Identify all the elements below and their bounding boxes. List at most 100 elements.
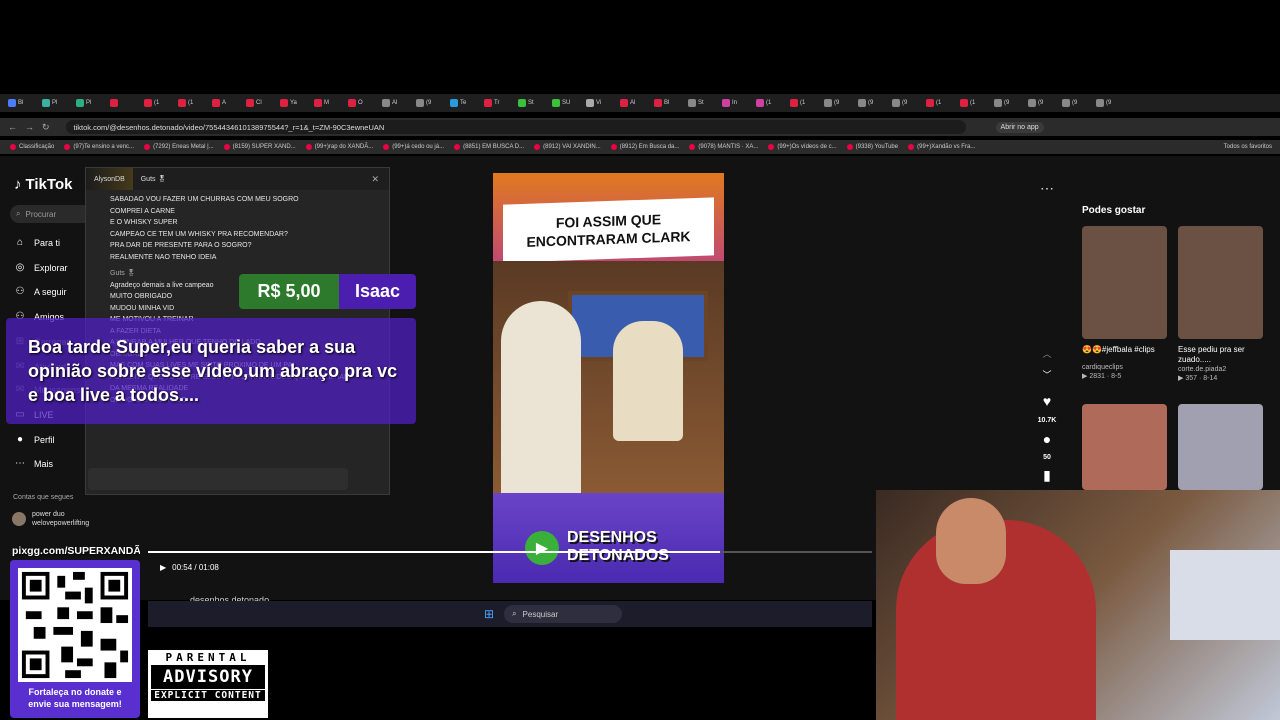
tab-favicon-icon [586,99,594,107]
video-progress-bar[interactable] [148,551,872,553]
more-options-icon[interactable]: ⋯ [1040,180,1054,197]
browser-tab[interactable]: Ya [276,96,310,110]
browser-tab[interactable]: (9 [1058,96,1092,110]
bookmark-favicon-icon [64,144,71,150]
forward-button[interactable]: → [25,122,34,132]
browser-tab[interactable]: (9 [1092,96,1126,110]
browser-tab[interactable]: (9 [412,96,446,110]
bookmark-item[interactable]: (7292) Eneas Metal |... [144,144,214,150]
bookmark-item[interactable]: (99+)rap do XANDÃ... [305,144,373,150]
bookmark-item[interactable]: (99+)Xandão vs Fra... [908,144,975,150]
bookmark-favicon-icon [846,144,853,150]
tab-label: (1 [154,100,160,106]
tab-favicon-icon [654,99,662,107]
browser-tab[interactable]: (1 [174,96,208,110]
open-in-app-button[interactable]: Abrir no app [995,121,1044,133]
nav-icon: ⌂ [16,237,24,248]
tiktok-logo[interactable]: ♪ TikTok [14,176,72,193]
chat-input[interactable] [88,468,348,490]
bookmark-item[interactable]: (99+)Os vídeos de c... [768,144,837,150]
browser-tab[interactable]: O [344,96,378,110]
browser-tab[interactable]: Pl [72,96,106,110]
recommend-thumbnail[interactable] [1178,226,1263,339]
recommend-thumbnail[interactable] [1178,404,1263,490]
bookmark-item[interactable]: (8912) Em Busca da... [610,144,679,150]
chat-tab[interactable]: AlysonDB [86,168,133,190]
bookmark-icon[interactable]: ▮ [1038,467,1056,484]
browser-tab[interactable]: St [514,96,548,110]
browser-tab[interactable]: Al [378,96,412,110]
all-bookmarks-button[interactable]: Todos os favoritos [1224,144,1272,150]
browser-tab[interactable] [106,96,140,110]
browser-tab[interactable]: St [684,96,718,110]
bookmark-item[interactable]: Classificação [10,144,54,150]
browser-tab[interactable]: (1 [956,96,990,110]
chevron-up-icon[interactable]: ︿ [1038,347,1056,360]
close-icon[interactable]: ✕ [371,174,379,185]
browser-tab[interactable]: (9 [888,96,922,110]
play-icon[interactable]: ▶ [160,563,166,572]
chevron-down-icon[interactable]: ﹀ [1038,368,1056,381]
recommend-item[interactable]: 😍😍#jeffbala #clips cardiqueclips ▶ 2831 … [1082,226,1172,381]
tab-label: Bl [18,100,24,106]
browser-tab[interactable]: Tr [480,96,514,110]
browser-tab[interactable]: A [208,96,242,110]
recommend-caption: 😍😍#jeffbala #clips [1082,345,1155,354]
bookmark-item[interactable]: (8159) SUPER XAND... [223,144,296,150]
tab-favicon-icon [314,99,322,107]
parental-advisory-logo: PARENTAL ADVISORY EXPLICIT CONTENT [148,650,268,718]
bookmark-item[interactable]: (8912) VAI XANDIN... [534,144,601,150]
following-header: Contas que segues [13,494,74,501]
nav-item-para-ti[interactable]: ⌂ Para ti [14,237,60,248]
nav-label: Mais [34,458,54,469]
browser-tab[interactable]: Bl [4,96,38,110]
recommend-thumbnail[interactable] [1082,404,1167,490]
tab-favicon-icon [212,99,220,107]
browser-tab[interactable]: (1 [752,96,786,110]
nav-item-mais[interactable]: ⋯ Mais [14,458,53,469]
browser-tab[interactable]: (1 [140,96,174,110]
recommend-item[interactable]: Esse pediu pra ser zuado..... corte.de.p… [1178,226,1268,383]
browser-tab[interactable]: (9 [1024,96,1058,110]
browser-tab[interactable]: Bl [650,96,684,110]
bookmark-item[interactable]: (8851) EM BUSCA D... [454,144,524,150]
nav-item-explorar[interactable]: ◎ Explorar [14,262,68,273]
browser-tab[interactable]: (1 [786,96,820,110]
comment-icon[interactable]: ● [1038,431,1056,447]
bookmark-item[interactable]: (97)Te ensino a venc... [64,144,134,150]
explicit-content-text: EXPLICIT CONTENT [151,690,265,701]
recommend-thumbnail[interactable] [1082,226,1167,339]
browser-tab[interactable]: Vi [582,96,616,110]
following-item[interactable]: power duo welovepowerlifting [12,510,89,528]
browser-tab[interactable]: (9 [990,96,1024,110]
tab-favicon-icon [688,99,696,107]
pix-url: pixgg.com/SUPERXANDÃO [12,545,140,557]
video-player[interactable]: FOI ASSIM QUE ENCONTRARAM CLARK ▶ DESENH… [493,173,724,583]
tab-favicon-icon [8,99,16,107]
browser-tab[interactable]: Cl [242,96,276,110]
bookmark-label: (99+)Xandão vs Fra... [917,144,976,150]
recommend-stats: ▶ 2831 · 8-5 [1082,373,1122,380]
windows-start-icon[interactable]: ⊞ [484,607,494,621]
browser-tab[interactable]: (1 [922,96,956,110]
reload-button[interactable]: ↻ [42,122,50,133]
browser-tab[interactable]: In [718,96,752,110]
browser-tab[interactable]: M [310,96,344,110]
browser-tab[interactable]: Al [616,96,650,110]
like-icon[interactable]: ♥ [1038,393,1056,409]
taskbar-search[interactable]: ⌕ Pesquisar [504,605,623,623]
nav-item-a-seguir[interactable]: ⚇ A seguir [14,286,67,297]
browser-tab[interactable]: Pl [38,96,72,110]
bookmark-item[interactable]: (99+)á cedo ou já... [383,144,444,150]
browser-tab[interactable]: (9 [820,96,854,110]
bookmark-item[interactable]: (9338) YouTube [846,144,898,150]
url-field[interactable]: tiktok.com/@desenhos.detonado/video/7554… [65,120,966,134]
nav-item-perfil[interactable]: ● Perfil [14,434,55,445]
back-button[interactable]: ← [8,122,17,132]
tab-favicon-icon [42,99,50,107]
browser-tab[interactable]: Te [446,96,480,110]
browser-tab[interactable]: SU [548,96,582,110]
browser-tab[interactable]: (9 [854,96,888,110]
bookmark-item[interactable]: (9078) MANTIS · XA... [689,144,758,150]
chat-tab[interactable]: Guts 🎖 [133,168,175,190]
